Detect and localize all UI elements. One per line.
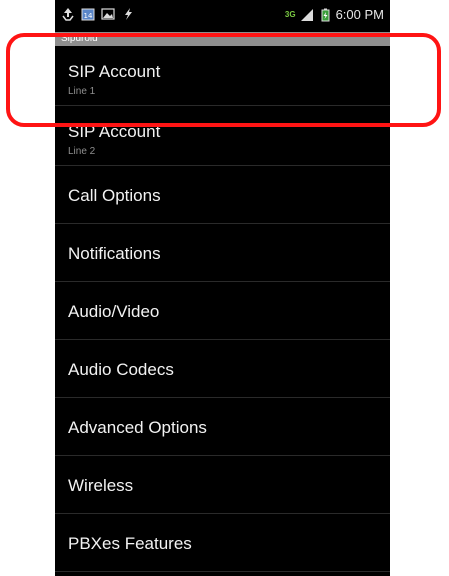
menu-item-pbxes-features[interactable]: PBXes Features bbox=[55, 514, 390, 572]
status-icons-left: 14 bbox=[61, 7, 135, 21]
menu-item-summary: Line 1 bbox=[68, 86, 96, 97]
calendar-day: 14 bbox=[84, 12, 93, 20]
calendar-icon: 14 bbox=[81, 7, 95, 21]
battery-charging-icon bbox=[318, 8, 332, 22]
menu-item-label: Notifications bbox=[68, 244, 161, 263]
menu-item-label: Audio Codecs bbox=[68, 360, 174, 379]
menu-item-advanced-options[interactable]: Advanced Options bbox=[55, 398, 390, 456]
menu-item-label: PBXes Features bbox=[68, 534, 192, 553]
clock: 6:00 PM bbox=[335, 7, 384, 22]
recycle-icon bbox=[61, 7, 75, 21]
menu-item-audio-codecs[interactable]: Audio Codecs bbox=[55, 340, 390, 398]
menu-item-sip-account-line-1[interactable]: SIP Account Line 1 bbox=[55, 46, 390, 106]
settings-list: SIP Account Line 1 SIP Account Line 2 Ca… bbox=[55, 46, 390, 572]
menu-item-notifications[interactable]: Notifications bbox=[55, 224, 390, 282]
image-icon bbox=[101, 7, 115, 21]
menu-item-sip-account-line-2[interactable]: SIP Account Line 2 bbox=[55, 106, 390, 166]
menu-item-label: Call Options bbox=[68, 186, 161, 205]
app-title-bar: Sipdroid bbox=[55, 32, 390, 46]
menu-item-wireless[interactable]: Wireless bbox=[55, 456, 390, 514]
usb-icon bbox=[121, 7, 135, 21]
menu-item-label: SIP Account bbox=[68, 62, 161, 81]
menu-item-summary: Line 2 bbox=[68, 146, 96, 157]
phone-screen: 14 3G 6:00 PM Sipdroid SIP Account Line bbox=[55, 0, 390, 576]
menu-item-call-options[interactable]: Call Options bbox=[55, 166, 390, 224]
status-bar: 14 3G 6:00 PM bbox=[55, 0, 390, 32]
menu-item-label: Wireless bbox=[68, 476, 134, 495]
menu-item-label: Advanced Options bbox=[68, 418, 207, 437]
network-type-indicator: 3G bbox=[284, 10, 296, 19]
signal-icon bbox=[300, 8, 314, 22]
menu-item-label: Audio/Video bbox=[68, 302, 160, 321]
menu-item-audio-video[interactable]: Audio/Video bbox=[55, 282, 390, 340]
status-icons-right: 3G 6:00 PM bbox=[285, 7, 384, 22]
app-title: Sipdroid bbox=[61, 33, 98, 44]
menu-item-label: SIP Account bbox=[68, 122, 161, 141]
